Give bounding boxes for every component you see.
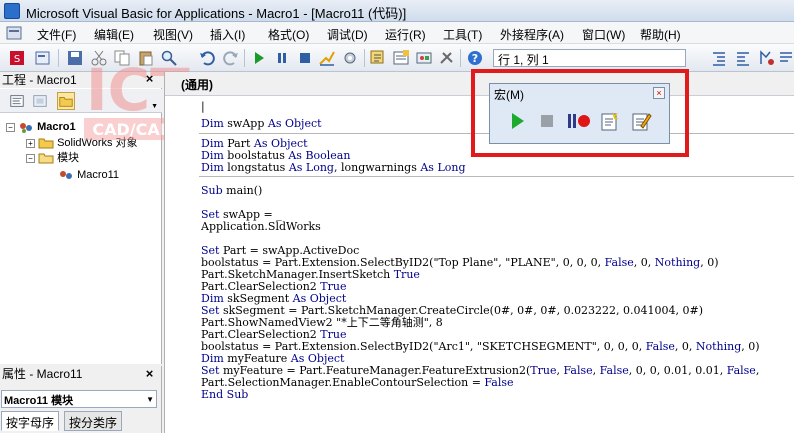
module-icon xyxy=(60,171,72,180)
object-selector[interactable]: Macro11 模块 ▼ xyxy=(1,390,157,408)
vba-project-icon xyxy=(20,123,32,134)
macro-toolbar[interactable]: 宏(M) × xyxy=(489,83,670,144)
tree-node-modules[interactable]: − 模块 xyxy=(26,151,79,165)
redo-icon[interactable] xyxy=(222,49,240,67)
project-pane-title: 工程 - Macro1 × xyxy=(0,72,162,88)
run-macro-icon[interactable] xyxy=(506,110,528,132)
code-window: (通用) | Dim swApp As Object Dim Part As O… xyxy=(164,72,794,433)
cursor-position: 行 1, 列 1 xyxy=(493,49,686,67)
folder-icon xyxy=(38,138,54,149)
new-macro-icon[interactable] xyxy=(598,110,620,132)
menu-format[interactable]: 格式(O) xyxy=(268,26,309,43)
code-line: Dim longstatus As Long, longwarnings As … xyxy=(201,161,466,174)
paste-icon[interactable] xyxy=(137,49,155,67)
properties-window-icon[interactable] xyxy=(392,49,410,67)
collapse-icon[interactable]: − xyxy=(26,153,35,163)
code-line: | xyxy=(201,100,205,113)
chevron-down-icon[interactable]: ▼ xyxy=(146,395,154,404)
design-mode-icon[interactable] xyxy=(318,49,336,67)
break-icon[interactable] xyxy=(273,49,291,67)
toggle-folders-icon[interactable] xyxy=(57,92,75,110)
toolbox-icon[interactable] xyxy=(438,49,456,67)
tree-node-macro11[interactable]: Macro11 xyxy=(58,168,119,182)
help-icon[interactable]: ? xyxy=(466,49,484,67)
code-window-header: (通用) xyxy=(165,72,794,96)
svg-text:?: ? xyxy=(472,52,478,65)
code-line: Application.SldWorks xyxy=(201,220,321,233)
standard-toolbar: S ? 行 1, 列 1 xyxy=(0,44,794,72)
code-line: End Sub xyxy=(201,388,249,401)
menu-addins[interactable]: 外接程序(A) xyxy=(500,26,564,43)
properties-pane-title: 属性 - Macro11 × xyxy=(0,366,162,383)
toggle-breakpoint-icon[interactable] xyxy=(758,49,776,67)
procedure-separator xyxy=(199,176,794,177)
tab-alphabetic[interactable]: 按字母序 xyxy=(1,411,60,431)
indent-icon[interactable] xyxy=(710,49,728,67)
chevron-down-icon[interactable]: ▼ xyxy=(151,103,158,110)
menu-edit[interactable]: 编辑(E) xyxy=(94,26,134,43)
record-pause-macro-icon[interactable] xyxy=(566,110,592,132)
comment-block-icon[interactable] xyxy=(778,49,794,67)
code-editor[interactable]: | Dim swApp As Object Dim Part As Object… xyxy=(199,99,794,433)
insert-userform-icon[interactable] xyxy=(34,49,52,67)
macro-toolbar-title: 宏(M) xyxy=(494,88,524,102)
vba-app-icon xyxy=(4,3,20,19)
tab-categorized[interactable]: 按分类序 xyxy=(64,411,123,431)
cut-icon[interactable] xyxy=(90,49,108,67)
tree-node-solidworks-objects[interactable]: + SolidWorks 对象 xyxy=(26,136,138,150)
stop-macro-icon[interactable] xyxy=(536,110,558,132)
code-line: Sub main() xyxy=(201,184,263,197)
find-icon[interactable] xyxy=(160,49,178,67)
svg-text:S: S xyxy=(14,54,20,65)
tree-node-macro1[interactable]: − Macro1 xyxy=(6,120,76,134)
open-folder-icon xyxy=(38,153,54,164)
close-icon[interactable]: × xyxy=(653,87,665,99)
menu-bar: 文件(F) 编辑(E) 视图(V) 插入(I) 格式(O) 调试(D) 运行(R… xyxy=(0,22,794,44)
expand-icon[interactable]: + xyxy=(26,138,35,148)
project-explorer: 工程 - Macro1 × ▼ − Macro1 + SolidWorks 对象… xyxy=(0,72,162,364)
window-title: Microsoft Visual Basic for Applications … xyxy=(26,6,407,21)
reset-icon[interactable] xyxy=(296,49,314,67)
close-icon[interactable]: × xyxy=(143,72,156,86)
project-explorer-icon[interactable] xyxy=(369,49,387,67)
solidworks-icon[interactable]: S xyxy=(8,49,26,67)
outdent-icon[interactable] xyxy=(734,49,752,67)
menu-window[interactable]: 窗口(W) xyxy=(582,26,625,43)
project-pane-toolbar: ▼ xyxy=(0,89,162,113)
code-line: Dim swApp As Object xyxy=(201,117,322,130)
menu-debug[interactable]: 调试(D) xyxy=(327,26,368,43)
title-bar: Microsoft Visual Basic for Applications … xyxy=(0,0,794,22)
close-icon[interactable]: × xyxy=(143,367,156,381)
edit-macro-icon[interactable] xyxy=(630,110,652,132)
object-browser-icon[interactable] xyxy=(415,49,433,67)
view-object-icon[interactable] xyxy=(31,92,49,110)
collapse-icon[interactable]: − xyxy=(6,122,15,132)
menu-file[interactable]: 文件(F) xyxy=(37,26,76,43)
macro-settings-icon[interactable] xyxy=(341,49,359,67)
menu-help[interactable]: 帮助(H) xyxy=(640,26,681,43)
properties-window: 属性 - Macro11 × Macro11 模块 ▼ 按字母序 按分类序 xyxy=(0,366,162,433)
run-icon[interactable] xyxy=(250,49,268,67)
ide-control-icon[interactable] xyxy=(6,25,22,41)
save-icon[interactable] xyxy=(66,49,84,67)
copy-icon[interactable] xyxy=(113,49,131,67)
undo-icon[interactable] xyxy=(198,49,216,67)
menu-tools[interactable]: 工具(T) xyxy=(443,26,482,43)
menu-run[interactable]: 运行(R) xyxy=(385,26,426,43)
object-combo[interactable]: (通用) xyxy=(181,76,461,94)
view-code-icon[interactable] xyxy=(8,92,26,110)
menu-view[interactable]: 视图(V) xyxy=(153,26,193,43)
menu-insert[interactable]: 插入(I) xyxy=(210,26,245,43)
